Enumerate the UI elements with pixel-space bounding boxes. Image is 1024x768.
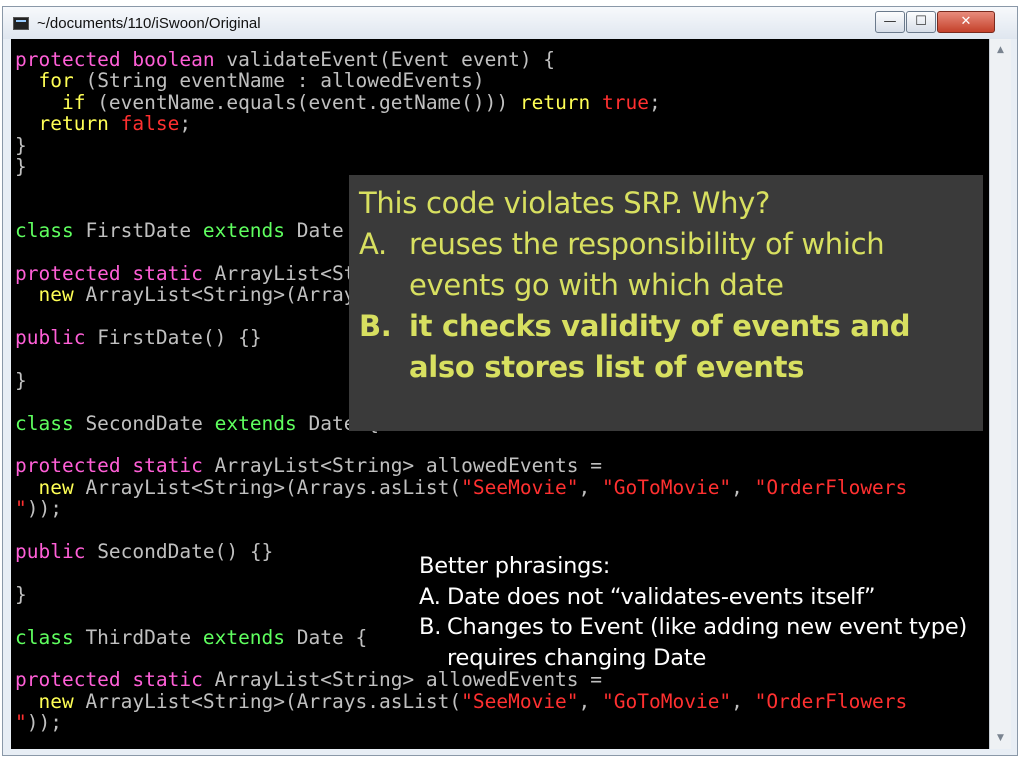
- scroll-down-icon[interactable]: ▼: [990, 729, 1011, 747]
- code-token: ": [15, 497, 27, 521]
- terminal-body[interactable]: protected boolean validateEvent(Event ev…: [11, 39, 989, 749]
- code-token: protected static: [15, 454, 215, 478]
- maximize-button[interactable]: ☐: [906, 11, 936, 33]
- code-line: new ArrayList<String>(Arrays.asList("See…: [15, 691, 907, 712]
- code-token: class: [15, 411, 74, 435]
- code-token: "SeeMovie": [461, 475, 579, 499]
- minimize-button[interactable]: —: [875, 11, 905, 33]
- code-line: protected static ArrayList<String> allow…: [15, 455, 907, 476]
- code-token: false: [120, 112, 180, 136]
- code-token: ;: [649, 90, 661, 114]
- code-token: if: [61, 90, 86, 114]
- code-token: protected static: [15, 261, 215, 285]
- code-token: ArrayList<String>(Arrays.asList(: [73, 689, 462, 713]
- code-token: }: [15, 368, 27, 392]
- better-item-a: A. Date does not “validates-events itsel…: [419, 582, 989, 613]
- code-token: extends: [202, 625, 286, 649]
- code-token: ,: [731, 475, 755, 499]
- code-token: ;: [179, 112, 192, 136]
- code-token: return: [38, 112, 121, 136]
- code-token: }: [15, 582, 27, 606]
- code-token: protected static: [15, 668, 215, 692]
- code-token: protected boolean: [15, 48, 227, 71]
- code-token: new: [38, 475, 74, 499]
- code-token: ,: [578, 689, 603, 713]
- terminal-window: ~/documents/110/iSwoon/Original — ☐ ✕ pr…: [2, 6, 1018, 756]
- better-heading: Better phrasings:: [419, 553, 611, 579]
- code-token: ArrayList<String>(Arrays.asList(: [73, 475, 462, 499]
- terminal-icon: [13, 17, 29, 30]
- code-token: (String eventName : allowedEvents): [73, 69, 485, 93]
- code-line: "));: [15, 712, 907, 733]
- code-token: true: [602, 90, 649, 114]
- code-token: new: [38, 689, 74, 713]
- callout-option-b: B. it checks validity of events and also…: [359, 306, 973, 388]
- code-token: Date {: [285, 625, 368, 649]
- code-token: new: [38, 283, 74, 307]
- code-token: FirstDate: [73, 219, 203, 243]
- code-line: }: [15, 133, 907, 157]
- code-token: ));: [26, 497, 62, 521]
- code-token: ": [15, 711, 27, 735]
- window-title: ~/documents/110/iSwoon/Original: [37, 15, 261, 32]
- better-a-label: A.: [419, 583, 441, 610]
- option-a-text: reuses the responsibility of which event…: [409, 227, 885, 302]
- code-token: public: [15, 539, 86, 563]
- code-token: validateEvent(Event event) {: [226, 48, 556, 71]
- code-token: "GoToMovie": [602, 689, 732, 713]
- code-token: class: [15, 219, 74, 243]
- code-line: "));: [15, 498, 907, 519]
- option-b-text: it checks validity of events and also st…: [409, 309, 911, 384]
- code-token: "OrderFlowers: [754, 475, 908, 499]
- srp-callout: This code violates SRP. Why? A. reuses t…: [349, 175, 983, 431]
- callout-option-a: A. reuses the responsibility of which ev…: [359, 224, 973, 306]
- option-b-label: B.: [359, 309, 392, 343]
- code-token: "SeeMovie": [461, 689, 579, 713]
- code-token: SecondDate() {}: [85, 539, 274, 563]
- code-token: "OrderFlowers: [754, 689, 908, 713]
- code-token: }: [15, 133, 27, 157]
- close-button[interactable]: ✕: [937, 11, 995, 33]
- code-token: class: [15, 625, 74, 649]
- code-token: ,: [578, 475, 603, 499]
- code-token: ThirdDate: [73, 625, 203, 649]
- code-token: extends: [202, 219, 286, 243]
- code-line: for (String eventName : allowedEvents): [15, 70, 907, 91]
- code-token: }: [15, 154, 27, 178]
- code-token: SecondDate: [73, 411, 215, 435]
- code-token: public: [15, 326, 86, 350]
- code-token: extends: [214, 411, 297, 435]
- code-line: protected boolean validateEvent(Event ev…: [15, 49, 907, 70]
- code-token: return: [519, 90, 603, 114]
- better-item-b: B. Changes to Event (like adding new eve…: [419, 612, 989, 673]
- scroll-up-icon[interactable]: ▲: [990, 41, 1011, 59]
- vertical-scrollbar[interactable]: ▲ ▼: [989, 39, 1011, 749]
- better-a-text: Date does not “validates-events itself”: [447, 583, 876, 610]
- code-token: ,: [731, 689, 755, 713]
- code-token: for: [38, 69, 74, 93]
- code-token: ArrayList<String> allowedEvents =: [214, 454, 603, 478]
- code-token: FirstDate() {}: [85, 326, 262, 350]
- title-bar[interactable]: ~/documents/110/iSwoon/Original — ☐ ✕: [3, 7, 1017, 39]
- better-b-text: Changes to Event (like adding new event …: [447, 614, 968, 671]
- code-token: (eventName.equals(event.getName())): [85, 90, 520, 114]
- code-token: ));: [26, 711, 62, 735]
- code-line: return false;: [15, 113, 907, 134]
- code-token: "GoToMovie": [602, 475, 732, 499]
- better-phrasings: Better phrasings: A. Date does not “vali…: [419, 551, 989, 673]
- better-b-label: B.: [419, 614, 442, 640]
- option-a-label: A.: [359, 227, 387, 261]
- code-line: if (eventName.equals(event.getName())) r…: [15, 92, 907, 113]
- code-line: new ArrayList<String>(Arrays.asList("See…: [15, 477, 907, 498]
- callout-question: This code violates SRP. Why?: [359, 186, 771, 220]
